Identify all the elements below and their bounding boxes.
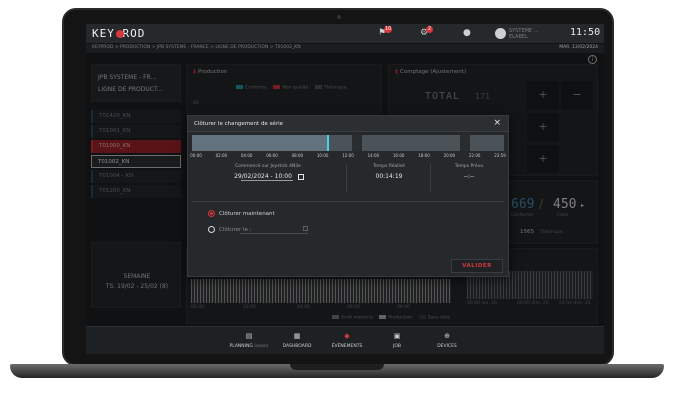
nav-planning[interactable]: ▤ PLANNING (soon) (224, 332, 274, 349)
close-later-radio[interactable] (208, 226, 215, 233)
close-now-label[interactable]: Clôturer maintenant (219, 211, 275, 217)
timeline-tick-label: 10:00 (316, 153, 329, 158)
events-badge: 10 (384, 26, 393, 33)
calendar-icon[interactable] (303, 226, 308, 231)
close-now-radio[interactable] (208, 210, 215, 217)
timeline-ticks: 00:00 02:00 04:00 06:00 08:00 10:00 12:00 14:00… (190, 153, 506, 159)
timeline-tick-label: 04:00 (240, 153, 253, 158)
clock: 11:50 (570, 27, 601, 38)
calendar-icon[interactable] (298, 174, 304, 180)
dialog-title: Clôturer le changement de série (194, 121, 283, 127)
nav-devices[interactable]: ⊕ DEVICES (422, 332, 472, 349)
help-icon[interactable]: ● (463, 28, 471, 38)
realised-label: Temps Réalisé (373, 164, 405, 169)
timeline-gap (460, 135, 470, 151)
bottom-nav: ▤ PLANNING (soon) ▦ DASHBOARD ◆ ÉVÉNEMEN… (86, 326, 604, 354)
top-bar: KEY ROD ⚑ 10 ⚙ 2 ● SYSTEME ... ELABEL 11… (86, 24, 604, 44)
nav-label-text: PLANNING (229, 344, 253, 349)
calendar-icon: ▤ (245, 332, 253, 340)
nav-label: ÉVÉNEMENTS (331, 344, 363, 349)
divider (192, 201, 504, 202)
divider (430, 164, 431, 192)
close-icon[interactable]: × (493, 118, 501, 128)
nav-soon: (soon) (254, 344, 269, 349)
nav-label: PLANNING (soon) (224, 344, 274, 349)
dialog-header: Clôturer le changement de série × (188, 116, 508, 132)
timeline-progress (192, 135, 330, 151)
close-date-input[interactable] (240, 226, 308, 234)
series-timeline[interactable] (192, 135, 504, 151)
start-label: Commencé sur Joystick 4N3e (235, 164, 301, 169)
timeline-tick-label: 12:00 (342, 153, 354, 158)
camera (337, 15, 341, 19)
timeline-tick-label: 23:59 (494, 153, 506, 158)
user-role: ELABEL (509, 34, 528, 40)
planned-value: --:-- (463, 173, 475, 180)
nav-evenements[interactable]: ◆ ÉVÉNEMENTS (322, 332, 372, 349)
timeline-tick-label: 06:00 (266, 153, 278, 158)
dashboard-icon: ▦ (293, 332, 301, 340)
devices-icon: ⊕ (444, 332, 450, 340)
divider (346, 164, 347, 192)
nav-label: JOB (393, 344, 401, 349)
app-screen: KEY ROD ⚑ 10 ⚙ 2 ● SYSTEME ... ELABEL 11… (86, 24, 604, 354)
breadcrumb[interactable]: KEYPROD > PRODUCTION > JPB SYSTEME - FRA… (92, 45, 301, 50)
timeline-tick-label: 02:00 (215, 153, 228, 158)
current-date: MAR. 13/02/2024 (559, 45, 598, 50)
validate-button[interactable]: VALIDER (451, 259, 503, 273)
nav-label: DASHBOARD (282, 344, 312, 349)
events-icon: ◆ (344, 332, 350, 340)
timeline-tick-label: 14:00 (367, 153, 380, 158)
timeline-tick-label: 22:00 (468, 153, 481, 158)
logo-mark (116, 30, 124, 38)
realised-value: 00:14:19 (375, 173, 403, 180)
breadcrumb-bar: KEYPROD > PRODUCTION > JPB SYSTEME - FRA… (86, 44, 604, 53)
timeline-tick-label: 18:00 (418, 153, 430, 158)
nav-label: DEVICES (437, 344, 457, 349)
timeline-tick-label: 00:00 (190, 153, 202, 158)
job-icon: ▣ (393, 332, 401, 340)
nav-dashboard[interactable]: ▦ DASHBOARD (272, 332, 322, 349)
laptop-notch (290, 364, 384, 370)
start-underline (241, 180, 293, 181)
start-value[interactable]: 29/02/2024 - 10:00 (228, 173, 298, 180)
timeline-tick-label: 20:00 (443, 153, 456, 158)
timeline-gap (352, 135, 362, 151)
close-series-dialog: Clôturer le changement de série × 00:00 0… (187, 115, 509, 277)
user-menu[interactable]: SYSTEME ... ELABEL (509, 28, 538, 40)
timeline-tick-label: 08:00 (291, 153, 304, 158)
avatar[interactable] (495, 28, 506, 39)
timeline-tick-label: 16:00 (392, 153, 405, 158)
settings-badge: 2 (426, 26, 433, 33)
planned-label: Temps Prévu (454, 164, 484, 169)
nav-job[interactable]: ▣ JOB (372, 332, 422, 349)
